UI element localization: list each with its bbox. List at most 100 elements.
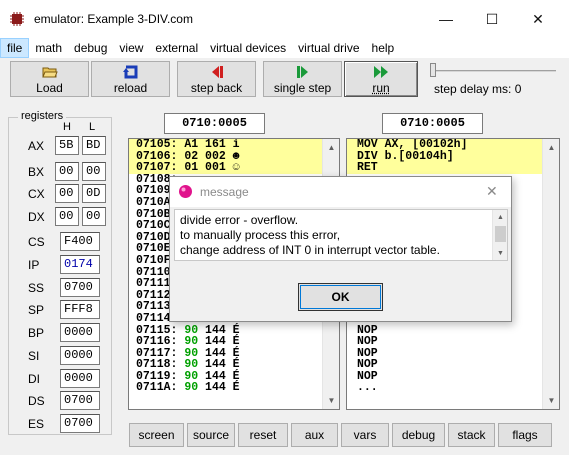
reg-label-bx: BX bbox=[28, 165, 45, 179]
debug-button[interactable]: debug bbox=[392, 423, 445, 447]
reg-ax-low[interactable]: BD bbox=[82, 136, 106, 155]
disassembly-row[interactable]: NOP bbox=[347, 348, 559, 360]
run-button[interactable]: run bbox=[344, 61, 418, 97]
reg-ax-high[interactable]: 5B bbox=[55, 136, 79, 155]
load-button[interactable]: Load bbox=[10, 61, 89, 97]
high-byte-header: H bbox=[63, 121, 71, 133]
menu-virtual-drive[interactable]: virtual drive bbox=[292, 38, 365, 58]
low-byte-header: L bbox=[89, 121, 96, 133]
message-dialog: message ✕ divide error - overflow. to ma… bbox=[169, 176, 512, 322]
dialog-close-button[interactable]: ✕ bbox=[486, 183, 498, 200]
screen-button[interactable]: screen bbox=[129, 423, 184, 447]
menu-debug[interactable]: debug bbox=[68, 38, 113, 58]
message-bulb-icon bbox=[179, 185, 192, 198]
message-line: to manually process this error, bbox=[180, 228, 341, 242]
scroll-down-arrow-icon[interactable]: ▼ bbox=[323, 392, 339, 409]
step-delay-slider-thumb[interactable] bbox=[430, 63, 436, 77]
menu-view[interactable]: view bbox=[113, 38, 149, 58]
maximize-button[interactable]: ☐ bbox=[469, 0, 515, 38]
reg-si-value[interactable]: 0000 bbox=[60, 346, 100, 365]
dialog-title: message bbox=[200, 185, 249, 199]
load-label: Load bbox=[36, 80, 63, 95]
scroll-up-arrow-icon[interactable]: ▲ bbox=[323, 139, 339, 156]
memory-char: ☺ bbox=[232, 161, 240, 175]
reg-label-ip: IP bbox=[28, 258, 40, 272]
single-step-button[interactable]: single step bbox=[263, 61, 342, 97]
reg-dx-high[interactable]: 00 bbox=[55, 207, 79, 226]
menu-external[interactable]: external bbox=[149, 38, 204, 58]
reg-bx-low[interactable]: 00 bbox=[82, 162, 106, 181]
reg-label-sp: SP bbox=[28, 303, 45, 317]
reg-label-ax: AX bbox=[28, 139, 45, 153]
close-button[interactable]: ✕ bbox=[515, 0, 561, 38]
stack-button[interactable]: stack bbox=[448, 423, 495, 447]
reg-es-value[interactable]: 0700 bbox=[60, 414, 100, 433]
menu-help[interactable]: help bbox=[366, 38, 401, 58]
menu-virtual-devices[interactable]: virtual devices bbox=[204, 38, 292, 58]
single-step-label: single step bbox=[273, 80, 332, 95]
reg-label-es: ES bbox=[28, 417, 45, 431]
app-chip-icon bbox=[10, 12, 24, 26]
menu-math[interactable]: math bbox=[29, 38, 68, 58]
reg-cx-high[interactable]: 00 bbox=[55, 184, 79, 203]
reg-bp-value[interactable]: 0000 bbox=[60, 323, 100, 342]
reg-ip-value[interactable]: 0174 bbox=[60, 255, 100, 274]
disassembly-row[interactable]: DIV b.[00104h] bbox=[347, 150, 559, 163]
memory-address-field[interactable]: 0710:0005 bbox=[164, 113, 265, 134]
aux-button[interactable]: aux bbox=[291, 423, 338, 447]
reg-cs-value[interactable]: F400 bbox=[60, 232, 100, 251]
run-label: run bbox=[372, 80, 390, 95]
reg-label-ss: SS bbox=[28, 281, 45, 295]
reg-sp-value[interactable]: FFF8 bbox=[60, 300, 100, 319]
scroll-up-arrow-icon[interactable]: ▲ bbox=[493, 210, 508, 224]
reg-di-value[interactable]: 0000 bbox=[60, 369, 100, 388]
menu-file[interactable]: file bbox=[0, 38, 30, 58]
reset-button[interactable]: reset bbox=[238, 423, 288, 447]
reg-cx-low[interactable]: 0D bbox=[82, 184, 106, 203]
disassembly-row[interactable]: RET bbox=[347, 162, 559, 174]
disassembly-row[interactable]: MOV AX, [00102h] bbox=[347, 139, 559, 151]
ok-button[interactable]: OK bbox=[298, 283, 383, 311]
vars-button[interactable]: vars bbox=[341, 423, 389, 447]
disassembly-row[interactable]: NOP bbox=[347, 359, 559, 371]
message-line: divide error - overflow. bbox=[180, 213, 299, 227]
memory-address: 0711A: bbox=[136, 381, 178, 395]
memory-dec: 144 bbox=[205, 381, 226, 395]
scroll-up-arrow-icon[interactable]: ▲ bbox=[543, 139, 559, 156]
reg-dx-low[interactable]: 00 bbox=[82, 207, 106, 226]
disassembly-row[interactable]: NOP bbox=[347, 371, 559, 383]
minimize-button[interactable]: — bbox=[423, 0, 469, 38]
run-icon bbox=[373, 64, 389, 80]
scroll-down-arrow-icon[interactable]: ▼ bbox=[493, 246, 508, 260]
disasm-address-field[interactable]: 0710:0005 bbox=[382, 113, 483, 134]
registers-title: registers bbox=[18, 110, 67, 122]
message-line: change address of INT 0 in interrupt vec… bbox=[180, 243, 440, 257]
reg-label-cx: CX bbox=[28, 187, 45, 201]
reg-bx-high[interactable]: 00 bbox=[55, 162, 79, 181]
scroll-down-arrow-icon[interactable]: ▼ bbox=[543, 392, 559, 409]
flags-button[interactable]: flags bbox=[498, 423, 552, 447]
scroll-thumb[interactable] bbox=[495, 226, 506, 242]
disassembly-row[interactable]: NOP bbox=[347, 324, 559, 337]
reg-ds-value[interactable]: 0700 bbox=[60, 391, 100, 410]
dialog-message-box[interactable]: divide error - overflow. to manually pro… bbox=[174, 209, 508, 261]
disassembly-row[interactable]: ... bbox=[347, 382, 559, 394]
step-delay-label: step delay ms: 0 bbox=[434, 82, 522, 96]
dialog-message-scrollbar[interactable]: ▲ ▼ bbox=[492, 210, 507, 260]
reg-label-cs: CS bbox=[28, 235, 45, 249]
reload-label: reload bbox=[113, 80, 148, 95]
single-step-icon bbox=[295, 64, 311, 80]
step-delay-slider[interactable] bbox=[436, 70, 556, 72]
step-back-icon bbox=[209, 64, 225, 80]
disassembly-scrollbar[interactable]: ▲ ▼ bbox=[542, 139, 559, 409]
title-bar: emulator: Example 3-DIV.com — ☐ ✕ bbox=[0, 0, 569, 38]
disassembly-row[interactable]: NOP bbox=[347, 336, 559, 348]
source-button[interactable]: source bbox=[187, 423, 235, 447]
reg-label-si: SI bbox=[28, 349, 40, 363]
reg-ss-value[interactable]: 0700 bbox=[60, 278, 100, 297]
memory-row[interactable]: 0711A: 90 144 É bbox=[129, 382, 339, 394]
reload-button[interactable]: reload bbox=[91, 61, 170, 97]
reload-icon bbox=[122, 64, 139, 80]
menu-bar: file math debug view external virtual de… bbox=[0, 38, 569, 58]
step-back-button[interactable]: step back bbox=[177, 61, 256, 97]
